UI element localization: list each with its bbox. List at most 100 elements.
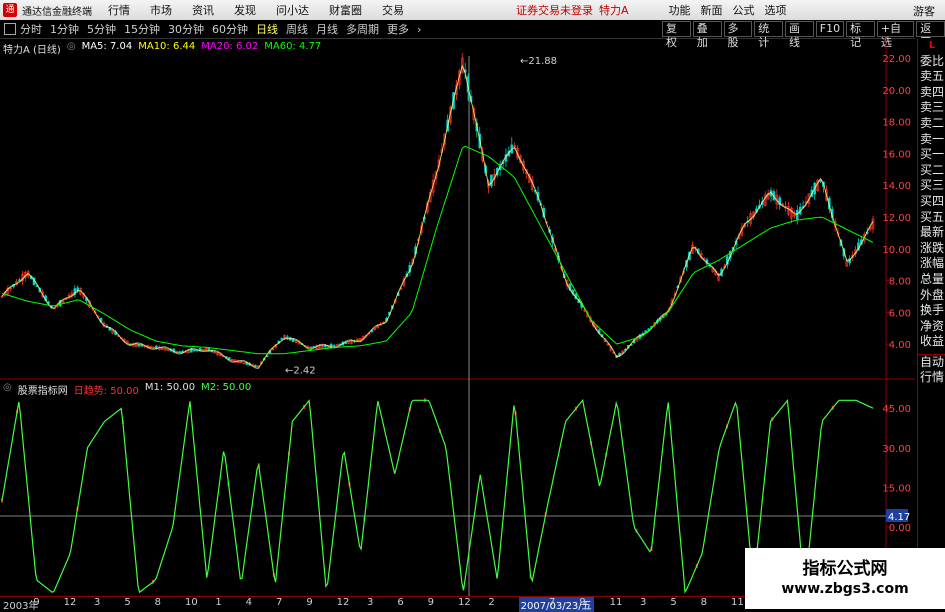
y-tick-label: 0.00 xyxy=(889,523,911,534)
sidebar-item[interactable]: 委比 xyxy=(918,54,945,70)
sidebar-item[interactable]: 换手 xyxy=(918,303,945,319)
sidebar-item[interactable]: 买四 xyxy=(918,194,945,210)
sidebar-item[interactable]: 卖一 xyxy=(918,132,945,148)
menu-item-trade[interactable]: 交易 xyxy=(382,2,404,18)
indicator-trend-value: 日趋势: 50.00 xyxy=(73,386,139,397)
date-tick-label: 11 xyxy=(731,597,744,608)
y-tick-label: 15.00 xyxy=(882,483,911,494)
sidebar-item[interactable]: 最新 xyxy=(918,225,945,241)
min-price-label: ←2.42 xyxy=(285,365,316,376)
candle-body xyxy=(309,346,313,349)
date-tick-label: 3 xyxy=(367,597,374,608)
mark-button[interactable]: 标记 xyxy=(846,21,875,49)
app-title: 通达信金融终端 xyxy=(22,6,92,18)
period-tab-daily[interactable]: 日线 xyxy=(256,21,278,37)
sidebar-item[interactable]: 总量 xyxy=(918,272,945,288)
period-tab-1min[interactable]: 1分钟 xyxy=(50,21,79,37)
sidebar-item[interactable]: 买一 xyxy=(918,147,945,163)
draw-line-button[interactable]: 画线 xyxy=(785,21,814,49)
menu-item-discover[interactable]: 发现 xyxy=(234,2,256,18)
date-tick-label: 3 xyxy=(640,597,647,608)
indicator-title: 股票指标网 xyxy=(17,386,68,397)
add-watchlist-button[interactable]: +自选 xyxy=(876,21,915,49)
period-tab-15min[interactable]: 15分钟 xyxy=(124,21,160,37)
candle-body xyxy=(254,364,257,367)
restore-rights-button[interactable]: 复权 xyxy=(662,21,691,49)
period-tab-5min[interactable]: 5分钟 xyxy=(87,21,116,37)
y-tick-label: 22.00 xyxy=(882,54,911,65)
indicator-m2-value: M2: 50.00 xyxy=(201,382,252,393)
sidebar-item[interactable]: 外盘 xyxy=(918,288,945,304)
quote-sidebar: L 委比 卖五 卖四 卖三 卖二 卖一 买一 买二 买三 买四 买五 最新 涨跌 涨幅 总量 外盘 换手 净资 收益… xyxy=(917,38,945,598)
user-label[interactable]: 游客 xyxy=(913,3,935,19)
y-tick-label: 45.00 xyxy=(882,404,911,415)
period-tab-30min[interactable]: 30分钟 xyxy=(168,21,204,37)
sidebar-item-quote[interactable]: 行情 xyxy=(918,370,945,386)
sidebar-item[interactable]: 净资 xyxy=(918,319,945,335)
statistics-button[interactable]: 统计 xyxy=(754,21,783,49)
period-tab-more[interactable]: 更多 xyxy=(387,21,409,37)
menu-item-wealth[interactable]: 财富圈 xyxy=(329,2,362,18)
sidebar-item[interactable]: 卖二 xyxy=(918,116,945,132)
y-tick-label: 6.00 xyxy=(889,308,911,319)
y-tick-label: 12.00 xyxy=(882,213,911,224)
indicator-settings-icon[interactable]: ◎ xyxy=(3,382,12,397)
back-button[interactable]: 返回 xyxy=(916,21,945,49)
app-logo-icon: 通 xyxy=(3,3,17,17)
sidebar-item[interactable]: 买五 xyxy=(918,210,945,226)
menu-item-options[interactable]: 选项 xyxy=(765,2,787,18)
collapse-icon[interactable] xyxy=(4,23,16,35)
indicator-line xyxy=(1,398,874,594)
price-chart[interactable]: 4.00 6.00 8.00 10.00 12.00 14.00 16.00 18.00 20.… xyxy=(0,38,945,598)
period-tab-monthly[interactable]: 月线 xyxy=(316,21,338,37)
menu-item-ask[interactable]: 问小达 xyxy=(276,2,309,18)
date-tick-label: 11 xyxy=(609,597,623,608)
sidebar-item[interactable]: 涨跌 xyxy=(918,241,945,257)
sidebar-item[interactable]: 卖四 xyxy=(918,85,945,101)
watermark: 指标公式网 www.zbgs3.com xyxy=(745,548,945,609)
settings-icon[interactable]: ◎ xyxy=(67,41,76,56)
indicator-header: ◎ 股票指标网 日趋势: 50.00 M1: 50.00 M2: 50.00 xyxy=(3,382,251,397)
ma5-line xyxy=(1,64,874,369)
date-tick-label: 12 xyxy=(336,597,350,608)
period-tab-intraday[interactable]: 分时 xyxy=(20,21,42,37)
sidebar-item[interactable]: 收益 xyxy=(918,334,945,350)
ma60-line xyxy=(1,145,874,355)
menu-item-market[interactable]: 市场 xyxy=(150,2,172,18)
date-tick-label: 2 xyxy=(488,597,495,608)
f10-button[interactable]: F10 xyxy=(815,21,845,37)
sidebar-item-auto[interactable]: 自动 xyxy=(918,355,945,371)
menu-bar: 通 通达信金融终端 行情 市场 资讯 发现 问小达 财富圈 交易 证券交易未登录… xyxy=(0,0,945,20)
y-tick-label: 4.00 xyxy=(889,340,911,351)
menu-item-function[interactable]: 功能 xyxy=(669,2,691,18)
sidebar-item[interactable]: 买三 xyxy=(918,178,945,194)
multi-stock-button[interactable]: 多股 xyxy=(723,21,753,49)
ma10-value: MA10: 6.44 xyxy=(138,41,196,52)
sidebar-item[interactable]: 卖五 xyxy=(918,69,945,85)
ma20-value: MA20: 6.02 xyxy=(201,41,259,52)
y-tick-label: 30.00 xyxy=(882,444,911,455)
menu-item-layout[interactable]: 新面 xyxy=(701,2,723,18)
sidebar-item[interactable]: 卖三 xyxy=(918,100,945,116)
ma5-value: MA5: 7.04 xyxy=(81,41,133,52)
y-tick-label: 20.00 xyxy=(882,86,911,97)
indicator-m1-value: M1: 50.00 xyxy=(144,382,196,393)
last-value-label: 4.17 xyxy=(888,512,910,523)
y-tick-label: 14.00 xyxy=(882,181,911,192)
date-tick-label: 9 xyxy=(579,597,586,608)
date-tick-label: 8 xyxy=(700,597,708,608)
login-alert[interactable]: 证券交易未登录 xyxy=(516,2,593,18)
candle-body xyxy=(137,344,141,347)
menu-item-formula[interactable]: 公式 xyxy=(733,2,755,18)
sidebar-item[interactable]: 涨幅 xyxy=(918,256,945,272)
period-tab-60min[interactable]: 60分钟 xyxy=(212,21,248,37)
date-tick-label: 8 xyxy=(154,597,162,608)
menu-item-news[interactable]: 资讯 xyxy=(192,2,214,18)
candle-body xyxy=(192,349,196,352)
overlay-button[interactable]: 叠加 xyxy=(692,21,722,49)
chevron-right-icon[interactable]: › xyxy=(417,23,421,36)
sidebar-item[interactable]: 买二 xyxy=(918,163,945,179)
period-tab-weekly[interactable]: 周线 xyxy=(286,21,308,37)
period-tab-multi[interactable]: 多周期 xyxy=(346,21,379,37)
menu-item-quotes[interactable]: 行情 xyxy=(108,2,130,18)
